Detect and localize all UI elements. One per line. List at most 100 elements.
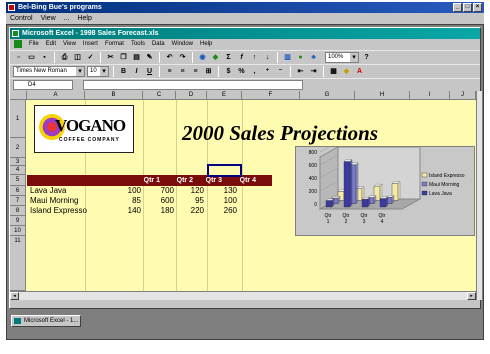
minimize-button[interactable]: _ xyxy=(453,3,462,12)
row-header-2[interactable]: 2 xyxy=(10,138,26,158)
menu-file[interactable]: File xyxy=(29,39,39,50)
menu-help[interactable]: Help xyxy=(200,39,212,50)
spelling-icon[interactable]: ✓ xyxy=(85,52,96,63)
formula-input[interactable] xyxy=(83,79,303,90)
align-right-icon[interactable]: ≡ xyxy=(190,66,201,77)
column-header-f[interactable]: F xyxy=(242,91,300,100)
menu-window[interactable]: Window xyxy=(172,39,193,50)
maximize-button[interactable]: □ xyxy=(463,3,472,12)
row-header-6[interactable]: 6 xyxy=(10,186,26,196)
table-cell: 95 xyxy=(195,196,204,205)
x-tick-label: 3 xyxy=(363,219,366,225)
close-button[interactable]: × xyxy=(473,3,482,12)
menu-tools[interactable]: Tools xyxy=(131,39,145,50)
column-header-i[interactable]: I xyxy=(410,91,450,100)
excel-title: Microsoft Excel - 1998 Sales Forecast.xl… xyxy=(22,30,159,37)
font-name-select[interactable]: Times New Roman xyxy=(13,66,85,77)
sort-ascending-icon[interactable]: ↑ xyxy=(249,52,260,63)
borders-icon[interactable]: ▦ xyxy=(328,66,339,77)
row-header-3[interactable]: 3 xyxy=(10,158,26,166)
menu-format[interactable]: Format xyxy=(105,39,124,50)
menu-options[interactable]: ... xyxy=(64,13,70,24)
vertical-scrollbar[interactable] xyxy=(476,91,482,300)
taskbar-excel-button[interactable]: Microsoft Excel - 1... xyxy=(11,315,81,327)
print-preview-icon[interactable]: ◫ xyxy=(72,52,83,63)
row-header-5[interactable]: 5 xyxy=(10,175,26,186)
taskbar-label: Microsoft Excel - 1... xyxy=(24,318,79,324)
web-toolbar-icon[interactable]: ◆ xyxy=(210,52,221,63)
row-header-4[interactable]: 4 xyxy=(10,166,26,175)
print-icon[interactable]: ⎙ xyxy=(59,52,70,63)
italic-button[interactable]: I xyxy=(131,66,142,77)
row-header-1[interactable]: 1 xyxy=(10,100,26,138)
paste-icon[interactable]: ▤ xyxy=(131,52,142,63)
column-header-b[interactable]: B xyxy=(85,91,143,100)
redo-icon[interactable]: ↷ xyxy=(177,52,188,63)
font-color-icon[interactable]: A xyxy=(354,66,365,77)
align-center-icon[interactable]: ≡ xyxy=(177,66,188,77)
column-header-j[interactable]: J xyxy=(450,91,476,100)
scroll-left-button[interactable]: ◂ xyxy=(10,292,19,300)
table-cell: 140 xyxy=(127,206,141,215)
row-header-7[interactable]: 7 xyxy=(10,196,26,206)
selected-cell-d4[interactable] xyxy=(207,164,242,177)
worksheet-grid[interactable]: A B C D E F G H I J 1 2 3 4 5 6 7 8 9 10… xyxy=(10,91,476,291)
bold-button[interactable]: B xyxy=(118,66,129,77)
menu-data[interactable]: Data xyxy=(152,39,165,50)
font-size-select[interactable]: 10 xyxy=(87,66,109,77)
save-icon[interactable]: ▪ xyxy=(39,52,50,63)
autosum-icon[interactable]: Σ xyxy=(223,52,234,63)
hyperlink-icon[interactable]: ◉ xyxy=(197,52,208,63)
column-header-a[interactable]: A xyxy=(27,91,85,100)
select-all-corner[interactable] xyxy=(10,91,27,100)
office-assistant-icon[interactable]: ? xyxy=(361,52,372,63)
column-header-g[interactable]: G xyxy=(300,91,355,100)
format-painter-icon[interactable]: ✎ xyxy=(144,52,155,63)
currency-icon[interactable]: $ xyxy=(223,66,234,77)
undo-icon[interactable]: ↶ xyxy=(164,52,175,63)
increase-indent-icon[interactable]: ⇥ xyxy=(308,66,319,77)
scroll-right-button[interactable]: ▸ xyxy=(467,292,476,300)
new-icon[interactable]: ▫ xyxy=(13,52,24,63)
align-left-icon[interactable]: ≡ xyxy=(164,66,175,77)
sales-chart[interactable]: 800 600 400 200 0 Qtr 1 Qtr 2 Qtr 3 Qtr 4 Island Expr… xyxy=(295,141,475,236)
row-header-10[interactable]: 10 xyxy=(10,226,26,236)
merge-center-icon[interactable]: ⊞ xyxy=(203,66,214,77)
fill-color-icon[interactable]: ◆ xyxy=(341,66,352,77)
cut-icon[interactable]: ✂ xyxy=(105,52,116,63)
comma-icon[interactable]: , xyxy=(249,66,260,77)
name-box[interactable]: D4 xyxy=(13,79,73,90)
column-header-d[interactable]: D xyxy=(176,91,207,100)
column-header-h[interactable]: H xyxy=(355,91,410,100)
decrease-decimal-icon[interactable]: ⁻ xyxy=(275,66,286,77)
menu-help[interactable]: Help xyxy=(77,13,91,24)
y-tick-label: 800 xyxy=(309,150,318,156)
map-icon[interactable]: ● xyxy=(295,52,306,63)
toolbar-separator xyxy=(159,66,160,77)
row-header-11[interactable]: 11 xyxy=(10,236,26,291)
toolbar-separator xyxy=(100,52,101,63)
menu-control[interactable]: Control xyxy=(10,13,33,24)
row-header-9[interactable]: 9 xyxy=(10,216,26,226)
column-header-e[interactable]: E xyxy=(207,91,242,100)
underline-button[interactable]: U xyxy=(144,66,155,77)
row-header-8[interactable]: 8 xyxy=(10,206,26,216)
open-icon[interactable]: ▭ xyxy=(26,52,37,63)
chart-wizard-icon[interactable]: ▥ xyxy=(282,52,293,63)
menu-edit[interactable]: Edit xyxy=(46,39,56,50)
copy-icon[interactable]: ❐ xyxy=(118,52,129,63)
percent-icon[interactable]: % xyxy=(236,66,247,77)
excel-window: Microsoft Excel - 1998 Sales Forecast.xl… xyxy=(9,27,482,309)
menu-insert[interactable]: Insert xyxy=(83,39,98,50)
horizontal-scrollbar[interactable]: ◂ ▸ xyxy=(10,291,476,300)
sort-descending-icon[interactable]: ↓ xyxy=(262,52,273,63)
zoom-select[interactable]: 100% xyxy=(325,52,359,63)
column-header-c[interactable]: C xyxy=(143,91,176,100)
workbook-icon[interactable] xyxy=(14,40,22,48)
increase-decimal-icon[interactable]: ⁺ xyxy=(262,66,273,77)
menu-view[interactable]: View xyxy=(41,13,56,24)
menu-view[interactable]: View xyxy=(63,39,76,50)
decrease-indent-icon[interactable]: ⇤ xyxy=(295,66,306,77)
drawing-icon[interactable]: ♣ xyxy=(308,52,319,63)
function-icon[interactable]: f xyxy=(236,52,247,63)
